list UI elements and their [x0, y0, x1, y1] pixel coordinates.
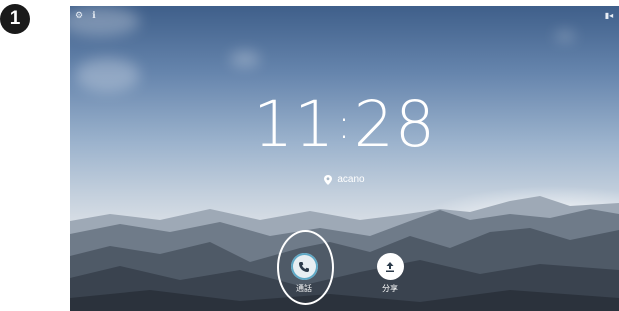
- settings-icon[interactable]: ⚙: [73, 10, 85, 20]
- share-button-circle[interactable]: [376, 253, 404, 280]
- call-highlight-ring: [277, 230, 334, 305]
- device-screen: ⚙ ℹ ▮◂ 11:28 acano 通話 分享: [70, 6, 619, 311]
- share-button-label: 分享: [382, 284, 398, 293]
- location-name: acano: [337, 174, 365, 185]
- clock-hours: 11: [253, 88, 336, 161]
- camera-icon[interactable]: ▮◂: [603, 10, 615, 20]
- clock-display: 11:28: [70, 88, 619, 161]
- share-button[interactable]: 分享: [370, 253, 410, 294]
- upload-icon: [386, 261, 394, 272]
- step-number-badge: 1: [0, 4, 30, 34]
- clock-minutes: 28: [353, 88, 436, 161]
- clock-separator: :: [337, 102, 352, 148]
- location-pin-icon: [324, 174, 333, 185]
- location-label: acano: [70, 174, 619, 185]
- info-icon[interactable]: ℹ: [88, 10, 100, 20]
